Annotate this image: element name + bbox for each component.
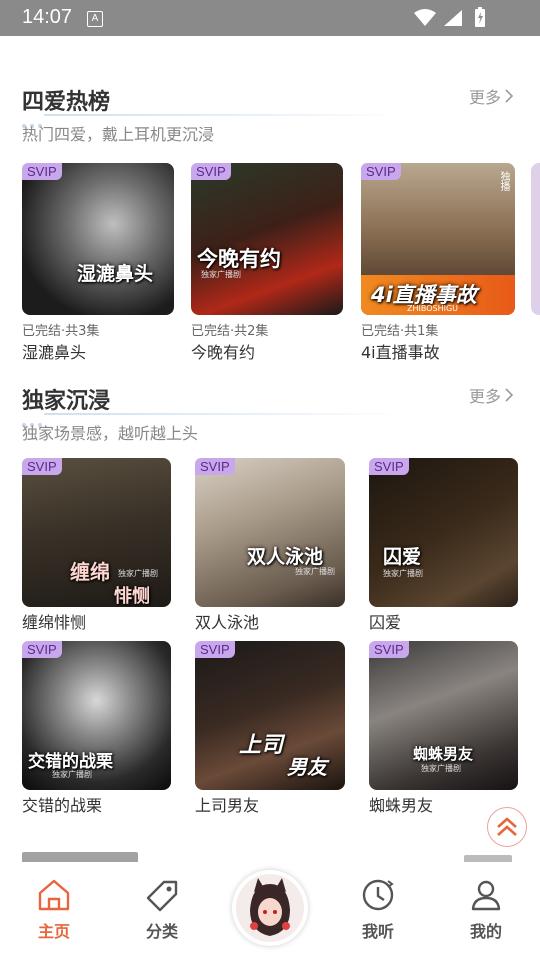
more-label: 更多 <box>468 387 501 406</box>
album-cover <box>531 163 540 315</box>
svip-badge: SVIP <box>22 641 62 658</box>
section-subtitle-hot: 热门四爱，戴上耳机更沉浸 <box>22 125 215 144</box>
avatar-icon <box>236 874 304 942</box>
album-title: 双人泳池 <box>195 613 260 632</box>
chevron-right-icon <box>505 387 514 406</box>
section-underline <box>44 413 404 415</box>
status-time: 14:07 <box>22 6 73 28</box>
album-status: 已完结·共2集 <box>191 324 269 339</box>
album-cover: 今晚有约 独家广播剧 <box>191 163 343 315</box>
cover-subtitle: 独家广播剧 <box>421 764 461 773</box>
section-underline <box>44 114 404 116</box>
album-card-hot-peek[interactable] <box>531 163 540 363</box>
status-bar: 14:07 A <box>0 0 540 36</box>
cover-title-text: 蜘蛛男友 <box>413 745 474 763</box>
back-to-top-button[interactable] <box>487 807 527 847</box>
a-notification-icon: A <box>87 11 103 27</box>
section-title-exclusive: 独家沉浸 <box>22 389 111 414</box>
cover-title-text-2: 悱恻 <box>114 586 150 607</box>
svip-badge: SVIP <box>369 641 409 658</box>
tag-icon <box>146 880 178 912</box>
album-card-exclusive-3[interactable]: 囚爱 独家广播剧 SVIP 囚爱 <box>369 458 518 633</box>
svip-badge: SVIP <box>195 641 235 658</box>
more-button-exclusive[interactable]: 更多 <box>469 383 514 407</box>
section-title-hot: 四爱热榜 <box>22 90 111 115</box>
cover-subtitle: ZHIBOSHIGU <box>407 304 459 313</box>
section-deco-dots <box>22 113 46 128</box>
album-card-hot-1[interactable]: 湿漉鼻头 SVIP 已完结·共3集 湿漉鼻头 <box>22 163 174 363</box>
album-status: 已完结·共3集 <box>22 324 100 339</box>
album-title: 上司男友 <box>195 796 260 815</box>
svip-badge: SVIP <box>361 163 401 180</box>
cover-subtitle: 独家广播剧 <box>52 770 92 779</box>
more-button-hot[interactable]: 更多 <box>469 84 514 108</box>
svip-badge: SVIP <box>22 458 62 475</box>
section-deco-dots <box>22 412 46 427</box>
svip-badge: SVIP <box>22 163 62 180</box>
album-status: 已完结·共1集 <box>361 324 439 339</box>
album-cover: 4i直播事故 ZHIBOSHIGU 独播 <box>361 163 515 315</box>
cover-subtitle: 独家广播剧 <box>295 567 335 576</box>
album-title: 囚爱 <box>369 613 402 632</box>
section-subtitle-exclusive: 独家场景感，越听越上头 <box>22 424 199 443</box>
album-cover: 囚爱 独家广播剧 <box>369 458 518 607</box>
center-avatar-button[interactable] <box>232 870 308 946</box>
cover-title-text-1: 上司 <box>239 733 284 758</box>
album-card-exclusive-2[interactable]: 双人泳池 独家广播剧 SVIP 双人泳池 <box>195 458 345 633</box>
album-card-exclusive-4[interactable]: 交错的战栗 独家广播剧 SVIP 交错的战栗 <box>22 641 171 816</box>
home-icon <box>38 879 70 911</box>
more-label: 更多 <box>468 88 501 107</box>
cover-title-text: 囚爱 <box>383 546 422 568</box>
cover-subtitle: 独家广播剧 <box>383 569 423 578</box>
cover-title-text-1: 缠绵 <box>70 560 110 584</box>
double-chevron-up-icon <box>497 817 517 836</box>
exclusive-badge: 独播 <box>498 171 509 191</box>
tab-label: 我的 <box>469 922 502 941</box>
tab-label: 分类 <box>145 922 178 941</box>
album-title: 交错的战栗 <box>22 796 103 815</box>
album-cover: 缠绵 悱恻 独家广播剧 <box>22 458 171 607</box>
status-icons <box>412 7 502 33</box>
cover-subtitle: 独家广播剧 <box>118 569 158 578</box>
album-title: 蜘蛛男友 <box>369 796 434 815</box>
next-section-more-peek <box>464 850 514 862</box>
album-card-hot-2[interactable]: 今晚有约 独家广播剧 SVIP 已完结·共2集 今晚有约 <box>191 163 343 363</box>
wifi-signal-battery-icon <box>414 7 485 27</box>
user-icon <box>471 880 501 911</box>
album-card-hot-3[interactable]: 4i直播事故 ZHIBOSHIGU 独播 SVIP 已完结·共1集 4i直播事故 <box>361 163 515 363</box>
cover-title-text: 双人泳池 <box>247 546 324 568</box>
history-icon <box>362 879 394 911</box>
album-cover: 交错的战栗 独家广播剧 <box>22 641 171 790</box>
tab-label: 主页 <box>37 922 70 941</box>
album-cover: 双人泳池 独家广播剧 <box>195 458 345 607</box>
next-section-title-peek <box>22 848 142 862</box>
svip-badge: SVIP <box>369 458 409 475</box>
album-cover: 湿漉鼻头 <box>22 163 174 315</box>
album-title: 今晚有约 <box>191 343 256 362</box>
cover-subtitle: 独家广播剧 <box>201 270 241 279</box>
album-card-exclusive-1[interactable]: 缠绵 悱恻 独家广播剧 SVIP 缠绵悱恻 <box>22 458 171 633</box>
album-cover: 蜘蛛男友 独家广播剧 <box>369 641 518 790</box>
album-card-exclusive-5[interactable]: 上司 男友 SVIP 上司男友 <box>195 641 345 816</box>
cover-title-text-2: 男友 <box>287 755 327 779</box>
bottom-tab-bar: 主页 分类 我听 我的 <box>0 862 540 960</box>
svip-badge: SVIP <box>195 458 235 475</box>
album-title: 4i直播事故 <box>361 343 440 362</box>
cover-title-text: 湿漉鼻头 <box>77 263 154 285</box>
tab-label: 我听 <box>361 922 394 941</box>
album-title: 缠绵悱恻 <box>22 613 87 632</box>
album-title: 湿漉鼻头 <box>22 343 87 362</box>
chevron-right-icon <box>505 88 514 107</box>
album-card-exclusive-6[interactable]: 蜘蛛男友 独家广播剧 SVIP 蜘蛛男友 <box>369 641 518 816</box>
album-cover: 上司 男友 <box>195 641 345 790</box>
svip-badge: SVIP <box>191 163 231 180</box>
